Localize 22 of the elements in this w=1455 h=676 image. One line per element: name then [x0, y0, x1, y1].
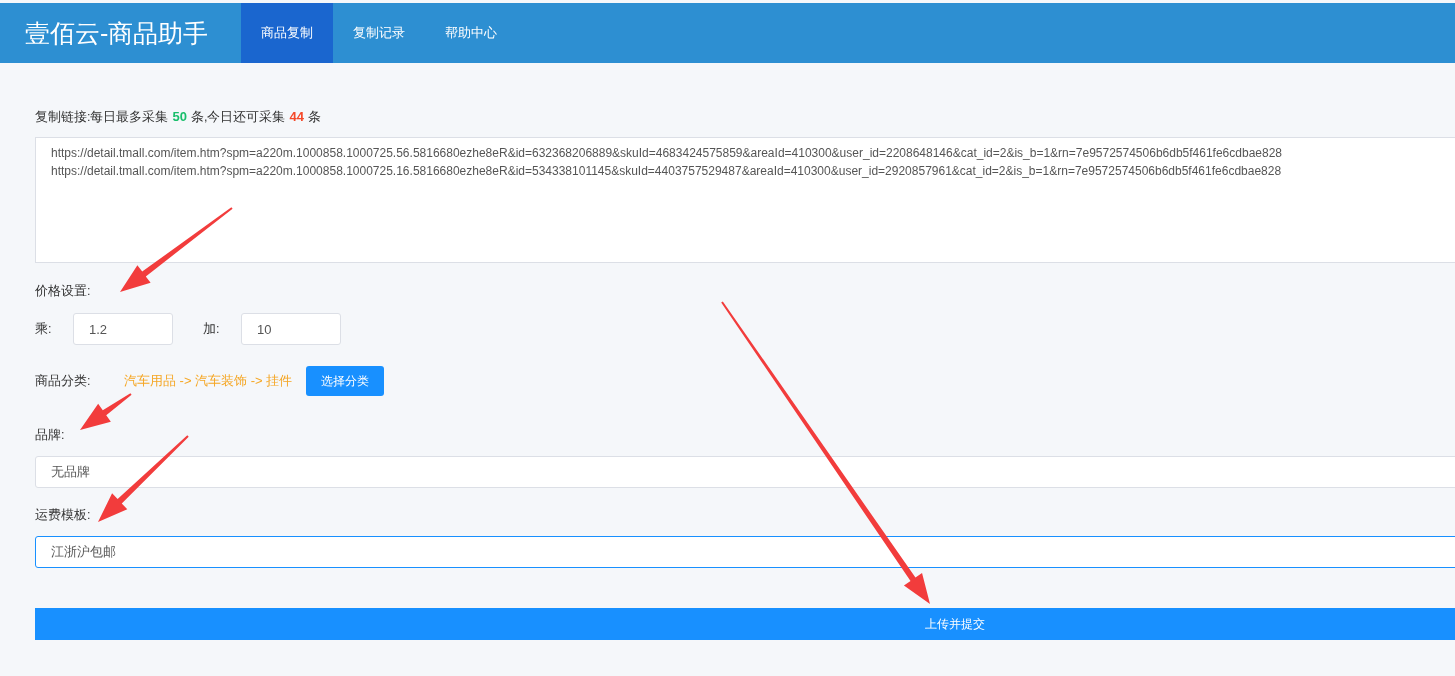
freight-label: 运费模板: [35, 507, 92, 524]
add-input[interactable]: 10 [241, 313, 341, 345]
unit-label: 条 [307, 109, 321, 126]
annotation-arrow [80, 393, 132, 430]
multiply-label: 乘: [35, 320, 53, 338]
category-label: 商品分类: [35, 372, 92, 390]
max-count: 50 [172, 109, 187, 124]
multiply-input[interactable]: 1.2 [73, 313, 173, 345]
nav-tab[interactable]: 商品复制 [241, 3, 333, 63]
brand-label: 品牌: [35, 427, 66, 444]
add-label: 加: [203, 320, 221, 338]
nav-tab[interactable]: 复制记录 [333, 3, 425, 63]
brand-select[interactable]: 无品牌 [35, 456, 1455, 488]
app-title: 壹佰云-商品助手 [24, 17, 210, 49]
links-textarea[interactable]: https://detail.tmall.com/item.htm?spm=a220m.1000858.1000725.56.5816680ezhe8eR&id=632368206889&skuId=4683424575859&areaId=410300&user_id=2208648146&cat_id=2&is_b=1&rn=7e9572574506b6db5f461fe6cdbae828 https://detail.tmall.com/item.htm?spm=a220m.1000858.1000725.16.5816680ezhe8eR&id=534338101145&skuId=4403757529487&areaId=410300&user_id=2920857961&cat_id=2&is_b=1&rn=7e9572574506b6db5f461fe6cdbae828 [35, 137, 1455, 263]
quota-label: 复制链接:每日最多采集 [35, 109, 169, 126]
category-path: 汽车用品 -> 汽车装饰 -> 挂件 [124, 372, 294, 390]
quota-label: 条,今日还可采集 [190, 109, 286, 126]
freight-select[interactable]: 江浙沪包邮 [35, 536, 1455, 568]
remaining-count: 44 [289, 109, 304, 124]
nav-tab[interactable]: 帮助中心 [425, 3, 517, 63]
price-label: 价格设置: [35, 283, 92, 300]
